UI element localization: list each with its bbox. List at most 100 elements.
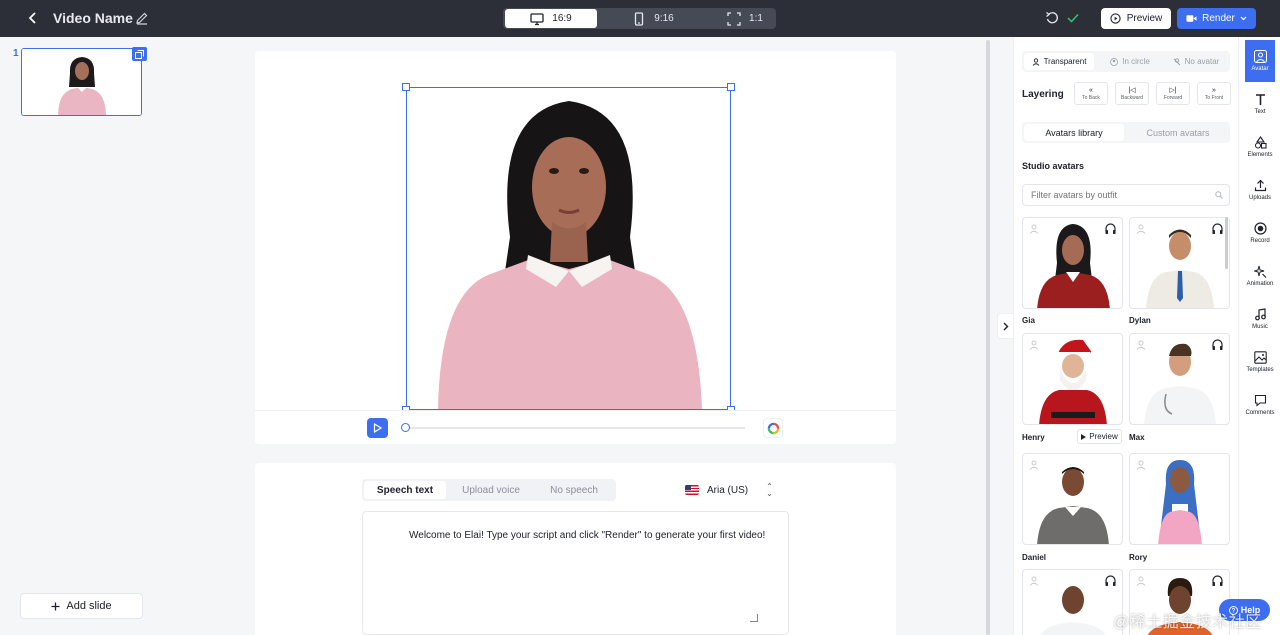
rail-avatar[interactable]: Avatar bbox=[1245, 40, 1275, 82]
avatar-preview-button[interactable]: Preview bbox=[1077, 429, 1122, 444]
person-outline-icon bbox=[1029, 224, 1039, 234]
person-outline-icon bbox=[1136, 460, 1146, 470]
tab-no-speech[interactable]: No speech bbox=[534, 481, 614, 499]
rail-label: Comments bbox=[1245, 410, 1275, 416]
avatar-name: Gia bbox=[1022, 316, 1035, 325]
undo-icon[interactable] bbox=[1045, 11, 1059, 25]
tab-speech-text[interactable]: Speech text bbox=[364, 481, 446, 499]
avatar-name: Dylan bbox=[1129, 316, 1151, 325]
timeline-knob[interactable] bbox=[401, 423, 410, 432]
person-outline-icon bbox=[1029, 460, 1039, 470]
panel-scrollbar[interactable] bbox=[1225, 217, 1228, 269]
avatar-icon bbox=[1253, 50, 1267, 63]
avatar-name: Rory bbox=[1129, 553, 1148, 562]
avatar-card-dylan[interactable] bbox=[1129, 217, 1230, 309]
render-label: Render bbox=[1202, 13, 1235, 24]
preview-label: Preview bbox=[1126, 13, 1163, 24]
avatar-card-rory[interactable] bbox=[1129, 453, 1230, 545]
preview-label: Preview bbox=[1089, 432, 1118, 441]
play-button[interactable] bbox=[367, 418, 388, 438]
resize-grip-icon[interactable] bbox=[750, 614, 758, 622]
layering-label: Layering bbox=[1022, 89, 1064, 100]
rail-comments[interactable]: Comments bbox=[1239, 384, 1280, 426]
tab-no-avatar[interactable]: No avatar bbox=[1164, 53, 1228, 70]
resize-handle[interactable] bbox=[402, 83, 410, 91]
avatar-card-gia[interactable] bbox=[1022, 217, 1123, 309]
top-bar: Video Name 16:9 9:16 1:1 Preview Render bbox=[0, 0, 1280, 37]
rail-uploads[interactable]: Uploads bbox=[1239, 169, 1280, 211]
preview-button[interactable]: Preview bbox=[1101, 8, 1171, 29]
background-color-button[interactable] bbox=[763, 418, 783, 438]
video-title[interactable]: Video Name bbox=[53, 10, 133, 26]
resize-handle[interactable] bbox=[727, 83, 735, 91]
pencil-icon[interactable] bbox=[135, 11, 149, 25]
script-textarea[interactable]: Welcome to Elai! Type your script and cl… bbox=[362, 511, 789, 635]
forward-button[interactable]: ▷| Forward bbox=[1156, 82, 1190, 105]
avatar-card-daniel[interactable] bbox=[1022, 453, 1123, 545]
layer-button-label: Forward bbox=[1163, 94, 1183, 101]
headphones-icon[interactable] bbox=[1104, 222, 1117, 235]
tab-transparent[interactable]: Transparent bbox=[1024, 53, 1094, 70]
video-camera-icon bbox=[1186, 15, 1197, 22]
add-slide-button[interactable]: Add slide bbox=[20, 593, 143, 619]
canvas-scrollbar[interactable] bbox=[986, 40, 990, 635]
tab-custom-avatars[interactable]: Custom avatars bbox=[1128, 124, 1228, 141]
to-front-button[interactable]: » To Front bbox=[1197, 82, 1231, 105]
collapse-panel-button[interactable] bbox=[997, 313, 1014, 339]
record-icon bbox=[1253, 222, 1267, 235]
rail-templates[interactable]: Templates bbox=[1239, 341, 1280, 383]
slide-number: 1 bbox=[13, 48, 19, 59]
avatar-card-henry[interactable] bbox=[1022, 333, 1123, 425]
person-off-icon bbox=[1173, 57, 1180, 65]
to-back-button[interactable]: «To Back bbox=[1074, 82, 1108, 105]
rail-label: Elements bbox=[1247, 152, 1273, 158]
rail-animation[interactable]: Animation bbox=[1239, 255, 1280, 297]
rail-record[interactable]: Record bbox=[1239, 212, 1280, 254]
speech-mode-tabs: Speech text Upload voice No speech bbox=[362, 479, 616, 501]
avatar-selection-frame[interactable] bbox=[406, 87, 731, 410]
video-stage[interactable] bbox=[255, 51, 896, 414]
tab-in-circle[interactable]: In circle bbox=[1098, 53, 1162, 70]
canvas-card bbox=[255, 51, 896, 444]
ratio-16-9-button[interactable]: 16:9 bbox=[505, 9, 597, 28]
headphones-icon[interactable] bbox=[1104, 574, 1117, 587]
avatar-card-max[interactable] bbox=[1129, 333, 1230, 425]
ratio-9-16-button[interactable]: 9:16 bbox=[607, 9, 699, 28]
headphones-icon[interactable] bbox=[1211, 222, 1224, 235]
ratio-label: 16:9 bbox=[552, 13, 572, 24]
studio-avatars-heading: Studio avatars bbox=[1022, 161, 1085, 171]
avatar-name: Max bbox=[1129, 433, 1145, 442]
upload-icon bbox=[1254, 179, 1266, 192]
updown-chevron-icon: ⌃ ⌄ bbox=[766, 482, 773, 498]
aspect-ratio-selector: 16:9 9:16 1:1 bbox=[503, 8, 776, 29]
script-text[interactable]: Welcome to Elai! Type your script and cl… bbox=[409, 528, 769, 544]
duplicate-slide-icon[interactable] bbox=[132, 47, 147, 61]
rail-music[interactable]: Music bbox=[1239, 298, 1280, 340]
slide-thumbnail[interactable] bbox=[21, 48, 142, 116]
rail-label: Text bbox=[1254, 109, 1266, 115]
tab-avatars-library[interactable]: Avatars library bbox=[1024, 124, 1124, 141]
timeline-track[interactable] bbox=[405, 427, 745, 429]
rail-elements[interactable]: Elements bbox=[1239, 126, 1280, 168]
voice-select[interactable]: Aria (US) ⌃ ⌄ bbox=[685, 479, 785, 501]
render-button[interactable]: Render bbox=[1177, 8, 1256, 29]
backward-button[interactable]: |◁ Backward bbox=[1115, 82, 1149, 105]
ratio-1-1-button[interactable]: 1:1 bbox=[699, 9, 791, 28]
rail-text[interactable]: Text bbox=[1239, 83, 1280, 125]
filter-avatars-input[interactable] bbox=[1022, 184, 1230, 206]
voice-name: Aria (US) bbox=[707, 484, 749, 496]
headphones-icon[interactable] bbox=[1211, 574, 1224, 587]
person-outline-icon bbox=[1136, 224, 1146, 234]
rail-label: Avatar bbox=[1251, 66, 1269, 72]
tab-upload-voice[interactable]: Upload voice bbox=[450, 481, 532, 499]
rail-label: Music bbox=[1252, 324, 1268, 330]
headphones-icon[interactable] bbox=[1211, 338, 1224, 351]
ratio-label: 1:1 bbox=[749, 13, 763, 24]
text-icon bbox=[1255, 94, 1265, 105]
back-arrow-icon[interactable] bbox=[24, 9, 42, 27]
layer-button-label: To Back bbox=[1082, 94, 1100, 101]
step-left-icon: |◁ bbox=[1128, 86, 1136, 94]
rail-label: Animation bbox=[1246, 281, 1274, 287]
avatar-card[interactable] bbox=[1022, 569, 1123, 635]
avatar-panel: Transparent In circle No avatar Layering… bbox=[1013, 37, 1238, 635]
